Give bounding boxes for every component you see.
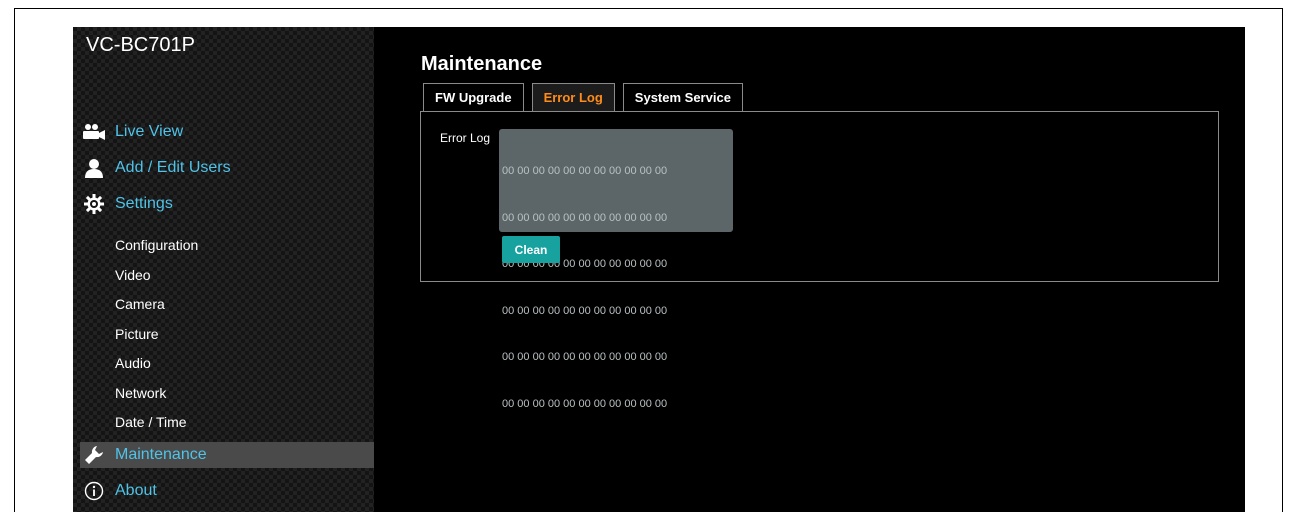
sidebar-item-maintenance[interactable]: Maintenance bbox=[80, 442, 374, 468]
wrench-icon bbox=[80, 445, 108, 465]
sidebar-item-label: Maintenance bbox=[115, 446, 207, 463]
log-line: 00 00 00 00 00 00 00 00 00 00 00 bbox=[502, 351, 668, 363]
log-line: 00 00 00 00 00 00 00 00 00 00 00 bbox=[502, 397, 668, 410]
sidebar-subitem-network[interactable]: Network bbox=[115, 385, 166, 401]
sidebar-subitem-camera[interactable]: Camera bbox=[115, 296, 165, 312]
gear-icon bbox=[80, 194, 108, 214]
log-line: 00 00 00 00 00 00 00 00 00 00 00 bbox=[502, 304, 668, 317]
error-log-label: Error Log bbox=[440, 131, 491, 145]
page-title: Maintenance bbox=[421, 53, 543, 75]
info-icon bbox=[80, 481, 108, 501]
sidebar-item-settings[interactable]: Settings bbox=[80, 191, 374, 217]
sidebar: VC-BC701P Live View Add / Edit Users Set… bbox=[73, 27, 374, 512]
error-log-textarea[interactable]: 00 00 00 00 00 00 00 00 00 00 00 00 00 0… bbox=[499, 129, 733, 410]
sidebar-item-label: Settings bbox=[115, 195, 173, 212]
user-icon bbox=[80, 158, 108, 178]
camera-web-ui: VC-BC701P Live View Add / Edit Users Set… bbox=[73, 27, 1245, 512]
sidebar-subitem-picture[interactable]: Picture bbox=[115, 326, 159, 342]
sidebar-item-add-edit-users[interactable]: Add / Edit Users bbox=[80, 155, 374, 181]
tab-error-log[interactable]: Error Log bbox=[531, 83, 615, 111]
sidebar-item-about[interactable]: About bbox=[80, 478, 374, 504]
sidebar-subitem-date-time[interactable]: Date / Time bbox=[115, 414, 187, 430]
sidebar-item-label: Live View bbox=[115, 123, 184, 140]
sidebar-subitem-configuration[interactable]: Configuration bbox=[115, 237, 198, 253]
sidebar-subitem-video[interactable]: Video bbox=[115, 267, 151, 283]
sidebar-subitem-audio[interactable]: Audio bbox=[115, 355, 151, 371]
clean-button[interactable]: Clean bbox=[502, 236, 560, 263]
log-line: 00 00 00 00 00 00 00 00 00 00 00 bbox=[502, 165, 668, 177]
tab-fw-upgrade[interactable]: FW Upgrade bbox=[423, 83, 524, 111]
log-line: 00 00 00 00 00 00 00 00 00 00 00 bbox=[502, 211, 668, 224]
model-name: VC-BC701P bbox=[86, 34, 195, 56]
camera-people-icon bbox=[80, 122, 108, 142]
tab-bar: FW Upgrade Error Log System Service bbox=[423, 83, 751, 111]
sidebar-item-live-view[interactable]: Live View bbox=[80, 119, 374, 145]
sidebar-item-label: About bbox=[115, 482, 157, 499]
tab-system-service[interactable]: System Service bbox=[622, 83, 743, 111]
sidebar-item-label: Add / Edit Users bbox=[115, 159, 231, 176]
error-log-panel: Error Log 00 00 00 00 00 00 00 00 00 00 … bbox=[420, 111, 1219, 410]
